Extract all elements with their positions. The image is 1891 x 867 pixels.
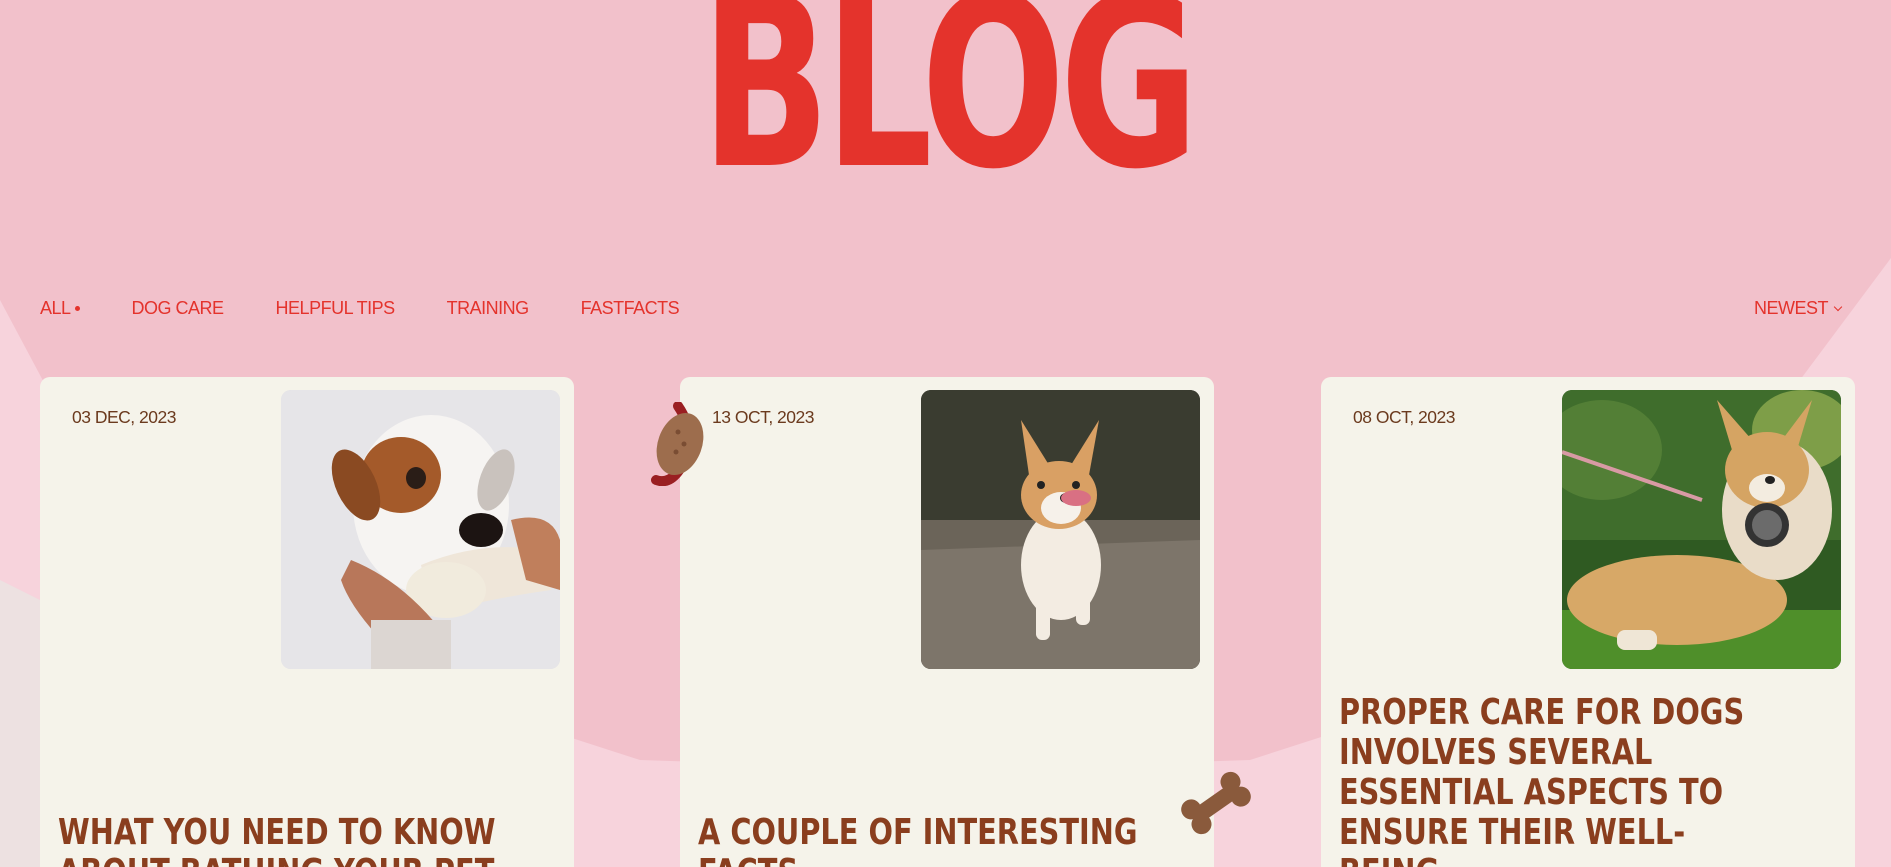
chevron-down-icon [1833,302,1843,311]
post-date: 08 OCT, 2023 [1353,407,1455,427]
category-filter-bar: ALL DOG CARE HELPFUL TIPS TRAINING FASTF… [40,298,731,319]
post-date: 03 DEC, 2023 [72,407,176,427]
blog-post-card[interactable]: 08 OCT, 2023 PROPER CARE FOR DOGS INVOLV… [1321,377,1855,867]
corgi-running-photo [921,390,1200,669]
post-title: WHAT YOU NEED TO KNOW ABOUT BATHING YOUR… [58,812,501,867]
filter-helpful-tips[interactable]: HELPFUL TIPS [275,298,396,319]
corgi-grass-photo [1562,390,1841,669]
filter-label: ALL [40,298,71,318]
hotdog-icon [648,401,710,491]
dog-bath-photo [281,390,560,669]
filter-label: HELPFUL TIPS [275,298,396,318]
sort-label: NEWEST [1753,298,1829,318]
filter-training[interactable]: TRAINING [446,298,530,319]
post-title: A COUPLE OF INTERESTING FACTS. [698,812,1138,867]
filter-fastfacts[interactable]: FASTFACTS [581,298,680,319]
blog-post-card[interactable]: 13 OCT, 2023 A COUPLE OF INTERESTING FAC… [680,377,1214,867]
active-indicator-dot [74,306,80,311]
filter-label: DOG CARE [131,298,225,318]
page-title: BLOG [700,0,1199,221]
bone-icon [1178,768,1254,843]
post-title: PROPER CARE FOR DOGS INVOLVES SEVERAL ES… [1339,692,1745,867]
blog-post-card[interactable]: 03 DEC, 2023 WHAT YOU NEED TO KNOW ABOUT… [40,377,574,867]
filter-all[interactable]: ALL [40,298,80,319]
sort-dropdown[interactable]: NEWEST [1753,298,1843,319]
filter-label: TRAINING [446,298,530,318]
post-date: 13 OCT, 2023 [712,407,814,427]
filter-dog-care[interactable]: DOG CARE [131,298,225,319]
filter-label: FASTFACTS [580,298,680,318]
